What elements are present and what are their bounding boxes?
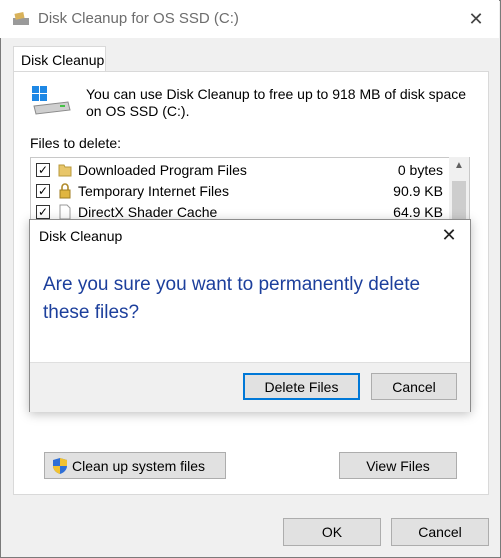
- drive-icon: [32, 86, 71, 115]
- info-text: You can use Disk Cleanup to free up to 9…: [86, 86, 467, 119]
- list-item[interactable]: ✓ Temporary Internet Files 90.9 KB: [31, 181, 451, 202]
- folder-icon: [58, 164, 72, 177]
- disk-cleanup-app-icon: [13, 12, 29, 25]
- delete-files-button[interactable]: Delete Files: [243, 373, 360, 400]
- lock-icon: [59, 183, 71, 199]
- tab-disk-cleanup[interactable]: Disk Cleanup: [13, 46, 106, 72]
- clean-up-system-files-label: Clean up system files: [72, 457, 206, 474]
- window-title: Disk Cleanup for OS SSD (C:): [38, 10, 239, 27]
- files-to-delete-label: Files to delete:: [30, 135, 122, 151]
- ok-button[interactable]: OK: [283, 518, 381, 546]
- clean-up-system-files-button[interactable]: Clean up system files: [44, 452, 226, 479]
- file-icon: [59, 204, 71, 220]
- dialog-close-icon[interactable]: ✕: [438, 224, 460, 246]
- file-checkbox[interactable]: ✓: [36, 184, 50, 198]
- file-size: 0 bytes: [397, 162, 443, 178]
- file-name: Downloaded Program Files: [78, 162, 247, 178]
- file-name: Temporary Internet Files: [78, 183, 229, 199]
- files-list: ✓ Downloaded Program Files 0 bytes ✓ Tem…: [30, 157, 470, 227]
- file-checkbox[interactable]: ✓: [36, 205, 50, 219]
- close-icon[interactable]: ✕: [461, 6, 491, 32]
- list-item[interactable]: ✓ Downloaded Program Files 0 bytes: [31, 160, 451, 181]
- dialog-cancel-button[interactable]: Cancel: [371, 373, 457, 400]
- dialog-title: Disk Cleanup: [39, 228, 123, 244]
- scroll-up-arrow-icon[interactable]: ▲: [449, 160, 469, 178]
- scrollbar-thumb[interactable]: [452, 181, 466, 221]
- shield-icon: [53, 457, 67, 474]
- file-size: 64.9 KB: [393, 204, 443, 220]
- dialog-message: Are you sure you want to permanently del…: [43, 274, 421, 323]
- file-checkbox[interactable]: ✓: [36, 163, 50, 177]
- file-size: 90.9 KB: [393, 183, 443, 199]
- view-files-button[interactable]: View Files: [339, 452, 457, 479]
- cancel-button[interactable]: Cancel: [391, 518, 489, 546]
- file-name: DirectX Shader Cache: [78, 204, 218, 220]
